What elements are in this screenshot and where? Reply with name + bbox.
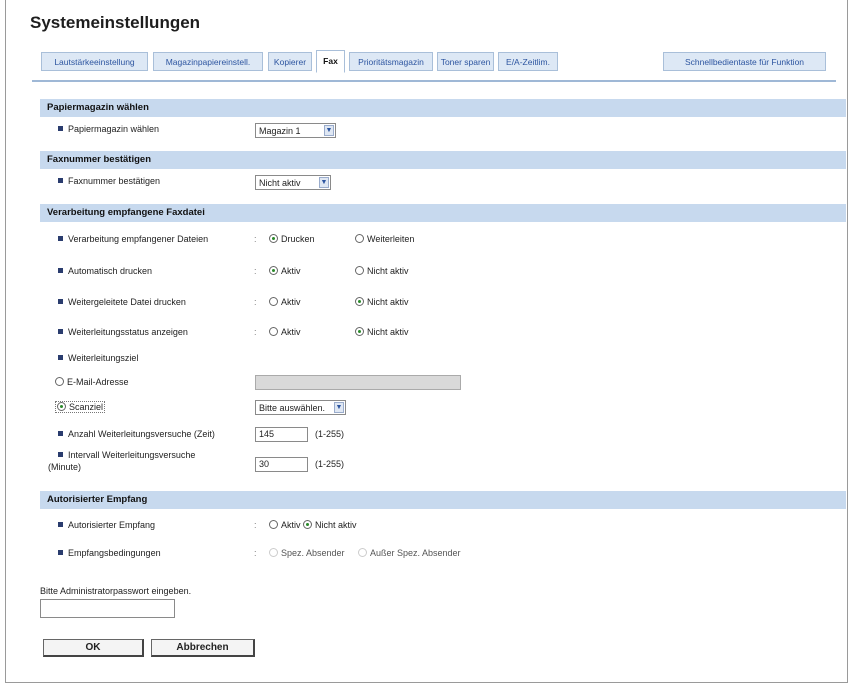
cancel-button[interactable]: Abbrechen [151, 639, 255, 657]
row-scanziel: Scanziel Bitte auswählen. ▼ [40, 399, 840, 415]
colon-separator: : [254, 266, 257, 276]
bullet-icon [58, 452, 63, 458]
section-header-faxnummer: Faxnummer bestätigen [40, 151, 846, 169]
email-address-field[interactable] [255, 375, 461, 390]
radio-fwdprint-aktiv[interactable]: Aktiv [269, 297, 301, 307]
interval-input[interactable]: 30 [255, 457, 308, 472]
colon-separator: : [254, 520, 257, 530]
row-empfangsbedingungen: Empfangsbedingungen : Spez. Absender Auß… [40, 548, 840, 562]
interval-range-hint: (1-255) [315, 459, 345, 469]
label-papiermagazin: Papiermagazin wählen [58, 124, 159, 134]
label-weiterleitungsziel: Weiterleitungsziel [58, 353, 138, 363]
bullet-icon [58, 268, 63, 274]
row-anzahl-versuche: Anzahl Weiterleitungsversuche (Zeit) 145… [40, 427, 840, 443]
row-weiterleitungsziel: Weiterleitungsziel [40, 353, 840, 367]
admin-password-prompt: Bitte Administratorpasswort eingeben. [40, 586, 192, 596]
bullet-icon [58, 550, 63, 556]
ok-button[interactable]: OK [43, 639, 144, 657]
attempts-range-hint: (1-255) [315, 429, 345, 439]
bullet-icon [58, 299, 63, 305]
radio-empty-icon [269, 297, 278, 307]
radio-checked-icon [303, 520, 312, 530]
radio-weiterleiten[interactable]: Weiterleiten [355, 234, 414, 244]
radio-email-adresse[interactable]: E-Mail-Adresse [55, 377, 129, 387]
tab-ea-zeitlim[interactable]: E/A-Zeitlim. [498, 52, 558, 71]
row-verarbeitung-dateien: Verarbeitung empfangener Dateien : Druck… [40, 234, 840, 248]
section-header-verarbeitung: Verarbeitung empfangene Faxdatei [40, 204, 846, 222]
chevron-down-icon: ▼ [334, 402, 344, 413]
label-weitergeleitete-datei: Weitergeleitete Datei drucken [58, 297, 186, 307]
bullet-icon [58, 178, 63, 184]
row-papiermagazin: Papiermagazin wählen Magazin 1 ▼ [40, 123, 840, 139]
bullet-icon [58, 355, 63, 361]
tab-lautstaerke[interactable]: Lautstärkeeinstellung [41, 52, 148, 71]
row-email-adresse: E-Mail-Adresse [40, 375, 840, 391]
tab-prioritaetsmagazin[interactable]: Prioritätsmagazin [349, 52, 433, 71]
section-header-papiermagazin: Papiermagazin wählen [40, 99, 846, 117]
label-autorisierter-empfang: Autorisierter Empfang [58, 520, 155, 530]
label-automatisch-drucken: Automatisch drucken [58, 266, 152, 276]
label-verarbeitung-dateien: Verarbeitung empfangener Dateien [58, 234, 208, 244]
label-weiterleitungsstatus: Weiterleitungsstatus anzeigen [58, 327, 188, 337]
bullet-icon [58, 236, 63, 242]
radio-empty-icon [55, 377, 64, 387]
tab-fax[interactable]: Fax [316, 50, 345, 73]
colon-separator: : [254, 234, 257, 244]
radio-auth-aktiv[interactable]: Aktiv [269, 520, 301, 530]
tab-magazinpapier[interactable]: Magazinpapiereinstell. [153, 52, 263, 71]
row-faxnummer: Faxnummer bestätigen Nicht aktiv ▼ [40, 175, 840, 191]
radio-ausser-spez-absender[interactable]: Außer Spez. Absender [358, 548, 461, 558]
radio-fwdstatus-nicht-aktiv[interactable]: Nicht aktiv [355, 327, 409, 337]
radio-auth-nicht-aktiv[interactable]: Nicht aktiv [303, 520, 357, 530]
bullet-icon [58, 329, 63, 335]
row-weitergeleitete-datei: Weitergeleitete Datei drucken : Aktiv Ni… [40, 297, 840, 311]
bullet-icon [58, 126, 63, 132]
radio-auto-aktiv[interactable]: Aktiv [269, 266, 301, 276]
papiermagazin-select[interactable]: Magazin 1 ▼ [255, 123, 336, 138]
radio-checked-icon [355, 327, 364, 337]
radio-empty-icon [355, 234, 364, 244]
bullet-icon [58, 522, 63, 528]
section-header-autorisiert: Autorisierter Empfang [40, 491, 846, 509]
colon-separator: : [254, 327, 257, 337]
radio-empty-icon [269, 327, 278, 337]
radio-checked-icon [57, 402, 66, 412]
colon-separator: : [254, 297, 257, 307]
colon-separator: : [254, 548, 257, 558]
faxnummer-select[interactable]: Nicht aktiv ▼ [255, 175, 331, 190]
row-automatisch-drucken: Automatisch drucken : Aktiv Nicht aktiv [40, 266, 840, 280]
label-empfangsbedingungen: Empfangsbedingungen [58, 548, 161, 558]
radio-checked-icon [269, 266, 278, 276]
radio-empty-icon [269, 548, 278, 558]
chevron-down-icon: ▼ [319, 177, 329, 188]
radio-fwdstatus-aktiv[interactable]: Aktiv [269, 327, 301, 337]
label-anzahl-versuche: Anzahl Weiterleitungsversuche (Zeit) [58, 429, 215, 439]
radio-checked-icon [355, 297, 364, 307]
tab-bar: Lautstärkeeinstellung Magazinpapiereinst… [32, 40, 836, 82]
row-autorisierter-empfang: Autorisierter Empfang : Aktiv Nicht akti… [40, 520, 840, 534]
radio-spez-absender[interactable]: Spez. Absender [269, 548, 345, 558]
row-intervall-versuche: Intervall Weiterleitungsversuche (Minute)… [40, 449, 840, 475]
radio-empty-icon [269, 520, 278, 530]
chevron-down-icon: ▼ [324, 125, 334, 136]
tab-kopierer[interactable]: Kopierer [268, 52, 312, 71]
tab-toner-sparen[interactable]: Toner sparen [437, 52, 494, 71]
row-weiterleitungsstatus: Weiterleitungsstatus anzeigen : Aktiv Ni… [40, 327, 840, 341]
radio-empty-icon [355, 266, 364, 276]
attempts-input[interactable]: 145 [255, 427, 308, 442]
page-title: Systemeinstellungen [30, 13, 201, 32]
radio-auto-nicht-aktiv[interactable]: Nicht aktiv [355, 266, 409, 276]
tab-schnellbedientaste[interactable]: Schnellbedientaste für Funktion [663, 52, 826, 71]
scanziel-select[interactable]: Bitte auswählen. ▼ [255, 400, 346, 415]
radio-empty-icon [358, 548, 367, 558]
radio-checked-icon [269, 234, 278, 244]
bullet-icon [58, 431, 63, 437]
radio-fwdprint-nicht-aktiv[interactable]: Nicht aktiv [355, 297, 409, 307]
label-intervall-versuche: Intervall Weiterleitungsversuche (Minute) [48, 450, 196, 472]
radio-drucken[interactable]: Drucken [269, 234, 315, 244]
admin-password-field[interactable] [40, 599, 175, 618]
radio-scanziel[interactable]: Scanziel [55, 401, 106, 414]
label-faxnummer: Faxnummer bestätigen [58, 176, 160, 186]
